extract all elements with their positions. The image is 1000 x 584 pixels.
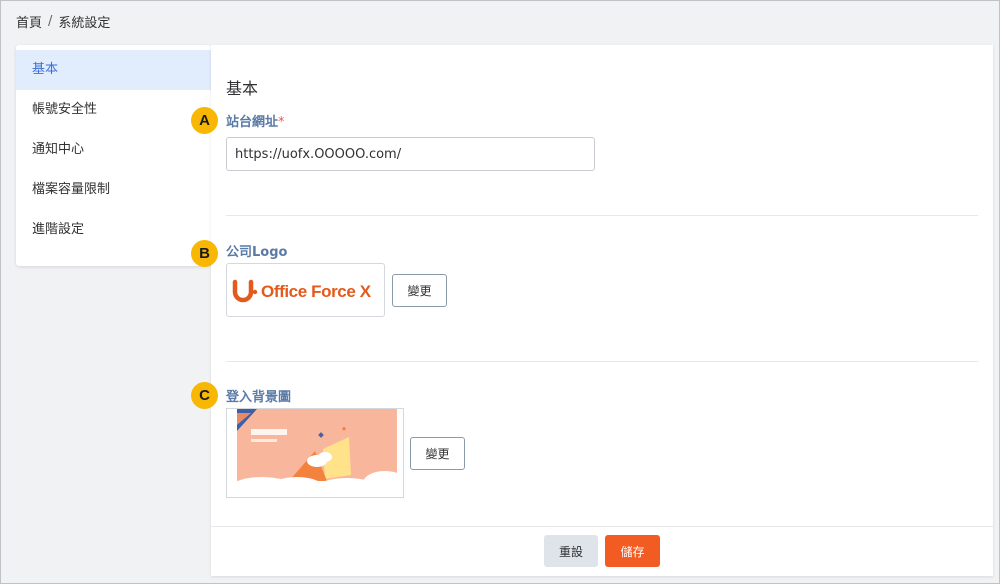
footer-divider (211, 526, 993, 527)
change-logo-button[interactable]: 變更 (392, 274, 447, 307)
sidebar-item-account-security[interactable]: 帳號安全性 (16, 90, 211, 130)
site-url-input[interactable] (226, 137, 595, 171)
site-url-label-text: 站台網址 (226, 115, 279, 130)
breadcrumb-home[interactable]: 首頁 (16, 12, 42, 31)
section-title: 基本 (226, 79, 259, 98)
annotation-marker-a: A (191, 107, 218, 134)
change-background-button[interactable]: 變更 (410, 437, 465, 470)
save-button[interactable]: 儲存 (605, 535, 660, 567)
site-url-label: 站台網址* (226, 111, 285, 130)
login-background-preview (226, 408, 404, 498)
sidebar-item-file-size-limit[interactable]: 檔案容量限制 (16, 170, 211, 210)
breadcrumb-separator: / (48, 14, 53, 29)
settings-panel: 基本 站台網址* 公司Logo Office Force X 變更 登入背景圖 (211, 45, 993, 576)
breadcrumb: 首頁 / 系統設定 (16, 12, 110, 31)
sidebar-item-advanced-settings[interactable]: 進階設定 (16, 210, 211, 250)
breadcrumb-current: 系統設定 (58, 16, 111, 31)
login-background-thumbnail (227, 409, 403, 497)
annotation-marker-c: C (191, 382, 218, 409)
settings-sidebar: 基本 帳號安全性 通知中心 檔案容量限制 進階設定 (16, 45, 211, 266)
required-mark: * (278, 115, 285, 130)
annotation-marker-b: B (191, 240, 218, 267)
divider (226, 361, 978, 362)
login-background-label: 登入背景圖 (226, 390, 292, 405)
reset-button[interactable]: 重設 (544, 535, 598, 567)
office-force-x-logo: Office Force X (232, 279, 372, 303)
logo-text: Office Force X (261, 282, 372, 301)
sidebar-item-notification-center[interactable]: 通知中心 (16, 130, 211, 170)
divider (226, 215, 978, 216)
company-logo-label: 公司Logo (226, 245, 288, 260)
company-logo-preview: Office Force X (226, 263, 385, 317)
sidebar-item-basic[interactable]: 基本 (16, 50, 211, 90)
